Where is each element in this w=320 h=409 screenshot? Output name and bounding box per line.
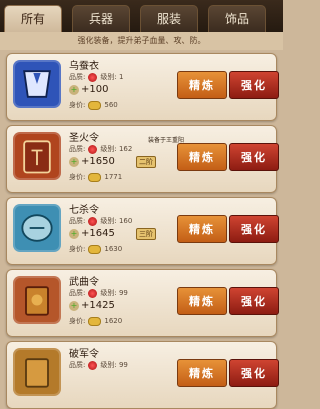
item-name: 七杀令: [69, 205, 99, 216]
tab-weapons[interactable]: 兵器: [72, 5, 130, 32]
item-stat: + +1425: [69, 300, 115, 311]
quality-icon: [88, 72, 98, 82]
item-name: 破军令: [69, 349, 99, 360]
rank-badge: 二阶: [136, 156, 156, 168]
token-icon: [13, 132, 61, 180]
stat-icon: +: [69, 157, 79, 167]
refine-button[interactable]: 精炼: [177, 143, 227, 171]
page-subtitle: 强化装备，提升弟子血量、攻、防。: [0, 32, 283, 50]
armor-icon: [13, 60, 61, 108]
item-quality-level: 品质: 级别: 162: [69, 144, 133, 154]
item-quality-level: 品质: 级别: 1: [69, 72, 124, 82]
stat-icon: +: [69, 301, 79, 311]
equipped-note: 装备于王重阳: [148, 137, 185, 144]
gold-icon: [88, 100, 102, 110]
list-item[interactable]: 七杀令 品质: 级别: 160 + +1645 三阶 身价: 1630 精炼 强化: [6, 197, 279, 265]
tab-accessories[interactable]: 饰品: [208, 5, 266, 32]
refine-button[interactable]: 精炼: [177, 215, 227, 243]
gold-icon: [88, 172, 102, 182]
gold-icon: [88, 316, 102, 326]
enhance-button[interactable]: 强化: [229, 359, 279, 387]
enhance-button[interactable]: 强化: [229, 287, 279, 315]
item-quality-level: 品质: 级别: 99: [69, 360, 128, 370]
list-item[interactable]: 圣火令 品质: 级别: 162 + +1650 二阶 身价: 1771 精炼 强化: [6, 125, 279, 193]
item-price: 身价: 1620: [69, 316, 123, 326]
quality-icon: [88, 288, 98, 298]
gold-icon: [88, 244, 102, 254]
refine-button[interactable]: 精炼: [177, 71, 227, 99]
tab-bar: 所有 兵器 服装 饰品: [0, 0, 283, 32]
rank-badge: 三阶: [136, 228, 156, 240]
tab-clothing[interactable]: 服装: [140, 5, 198, 32]
item-quality-level: 品质: 级别: 160: [69, 216, 133, 226]
quality-icon: [88, 144, 98, 154]
item-quality-level: 品质: 级别: 99: [69, 288, 128, 298]
list-item[interactable]: 武曲令 品质: 级别: 99 + +1425 身价: 1620 精炼 强化: [6, 269, 279, 337]
refine-button[interactable]: 精炼: [177, 359, 227, 387]
token-icon: [13, 276, 61, 324]
quality-icon: [88, 216, 98, 226]
item-stat: + +100: [69, 84, 109, 95]
item-price: 身价: 1630: [69, 244, 123, 254]
token-icon: [13, 204, 61, 252]
item-price: 身价: 560: [69, 100, 118, 110]
enhance-button[interactable]: 强化: [229, 143, 279, 171]
enhance-button[interactable]: 强化: [229, 215, 279, 243]
enhance-button[interactable]: 强化: [229, 71, 279, 99]
item-stat: + +1650: [69, 156, 115, 167]
item-name: 武曲令: [69, 277, 99, 288]
token-icon: [13, 348, 61, 396]
list-item[interactable]: 破军令 品质: 级别: 99 精炼 强化: [6, 341, 279, 409]
stat-icon: +: [69, 85, 79, 95]
quality-icon: [88, 360, 98, 370]
item-name: 乌蚕衣: [69, 61, 99, 72]
stat-icon: +: [69, 229, 79, 239]
item-stat: + +1645: [69, 228, 115, 239]
item-name: 圣火令: [69, 133, 99, 144]
item-price: 身价: 1771: [69, 172, 123, 182]
tab-all[interactable]: 所有: [4, 5, 62, 32]
list-item[interactable]: 乌蚕衣 品质: 级别: 1 + +100 身价: 560 精炼 强化: [6, 53, 279, 121]
refine-button[interactable]: 精炼: [177, 287, 227, 315]
